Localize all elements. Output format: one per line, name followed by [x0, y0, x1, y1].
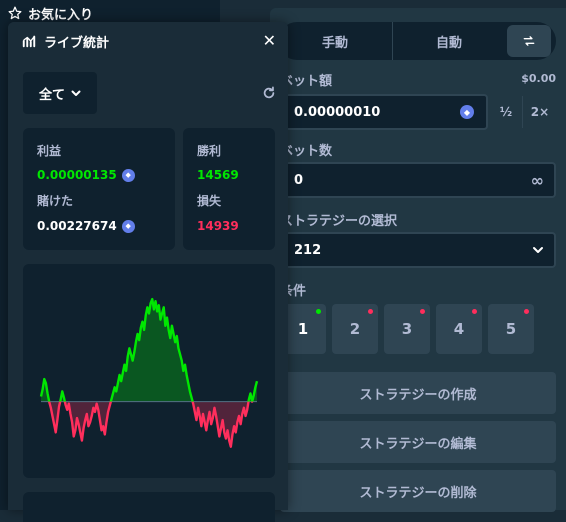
chart-icon [22, 35, 36, 48]
edit-strategy-button[interactable]: ストラテジーの編集 [280, 421, 556, 463]
swap-icon[interactable] [507, 25, 551, 57]
chevron-down-icon [71, 90, 81, 96]
condition-number: 5 [505, 320, 517, 338]
bet-amount-input[interactable]: 0.00000010 ◆ [280, 94, 488, 130]
profit-value: 0.00000135 [37, 168, 117, 182]
profit-wagered-box: 利益 0.00000135 ◆ 賭けた 0.00227674 ◆ [23, 128, 175, 250]
tab-auto[interactable]: 自動 [392, 22, 505, 60]
bet-count-value: 0 [294, 172, 304, 188]
bet-amount-usd: $0.00 [521, 72, 556, 85]
wagered-value-row: 0.00227674 ◆ [37, 219, 135, 233]
wins-value: 14569 [197, 168, 239, 182]
mode-tabs: 手動 自動 [278, 22, 556, 60]
stats-filter-dropdown[interactable]: 全て [23, 72, 97, 114]
favorites-item[interactable]: お気に入り [8, 2, 93, 24]
refresh-icon[interactable] [262, 86, 276, 100]
tab-manual[interactable]: 手動 [278, 22, 392, 60]
status-dot [472, 309, 477, 314]
star-icon [8, 6, 22, 20]
favorites-label: お気に入り [28, 7, 94, 23]
condition-number: 3 [401, 320, 413, 338]
bet-count-input[interactable]: 0 ∞ [280, 162, 556, 198]
eth-icon: ◆ [121, 219, 135, 233]
profit-chart [23, 264, 275, 478]
stats-filter-value: 全て [38, 87, 65, 103]
wins-label: 勝利 [197, 144, 222, 158]
live-stats-title: ライブ統計 [44, 35, 110, 51]
condition-2[interactable]: 2 [332, 304, 378, 354]
losses-value: 14939 [197, 219, 239, 233]
condition-5[interactable]: 5 [488, 304, 534, 354]
stats-bottom-panel [23, 492, 275, 522]
status-dot [420, 309, 425, 314]
profit-chart-svg [39, 297, 259, 448]
strategy-value: 212 [294, 242, 322, 258]
wagered-label: 賭けた [37, 194, 74, 208]
create-strategy-button[interactable]: ストラテジーの作成 [280, 372, 556, 414]
bet-amount-value: 0.00000010 [294, 104, 381, 120]
strategy-select[interactable]: 212 [280, 232, 556, 268]
status-dot [524, 309, 529, 314]
chevron-down-icon [533, 247, 543, 253]
wins-losses-box: 勝利 14569 損失 14939 [183, 128, 275, 250]
condition-3[interactable]: 3 [384, 304, 430, 354]
half-button[interactable]: ½ [490, 96, 522, 128]
eth-icon: ◆ [121, 168, 135, 182]
losses-label: 損失 [197, 194, 222, 208]
infinity-icon[interactable]: ∞ [531, 171, 544, 190]
delete-strategy-button[interactable]: ストラテジーの削除 [280, 470, 556, 512]
status-dot [316, 309, 321, 314]
strategy-label: ストラテジーの選択 [280, 214, 398, 229]
condition-number: 4 [453, 320, 465, 338]
live-stats-header[interactable]: ライブ統計 ✕ [8, 22, 288, 60]
condition-number: 2 [349, 320, 361, 338]
condition-number: 1 [297, 320, 309, 338]
close-icon[interactable]: ✕ [263, 32, 276, 50]
status-dot [368, 309, 373, 314]
condition-4[interactable]: 4 [436, 304, 482, 354]
eth-icon: ◆ [460, 105, 474, 119]
profit-value-row: 0.00000135 ◆ [37, 168, 135, 182]
conditions-row: 1 2 3 4 5 [280, 304, 534, 354]
live-stats-panel: ライブ統計 ✕ 全て 利益 0.00000135 ◆ 賭けた 0.0022767… [8, 22, 288, 522]
profit-label: 利益 [37, 144, 62, 158]
double-button[interactable]: 2× [522, 96, 557, 128]
bet-panel: 手動 自動 ベット額 $0.00 0.00000010 ◆ ½ 2× ベット数 … [270, 8, 566, 512]
wagered-value: 0.00227674 [37, 219, 117, 233]
live-stats-title-wrap: ライブ統計 [22, 32, 109, 51]
